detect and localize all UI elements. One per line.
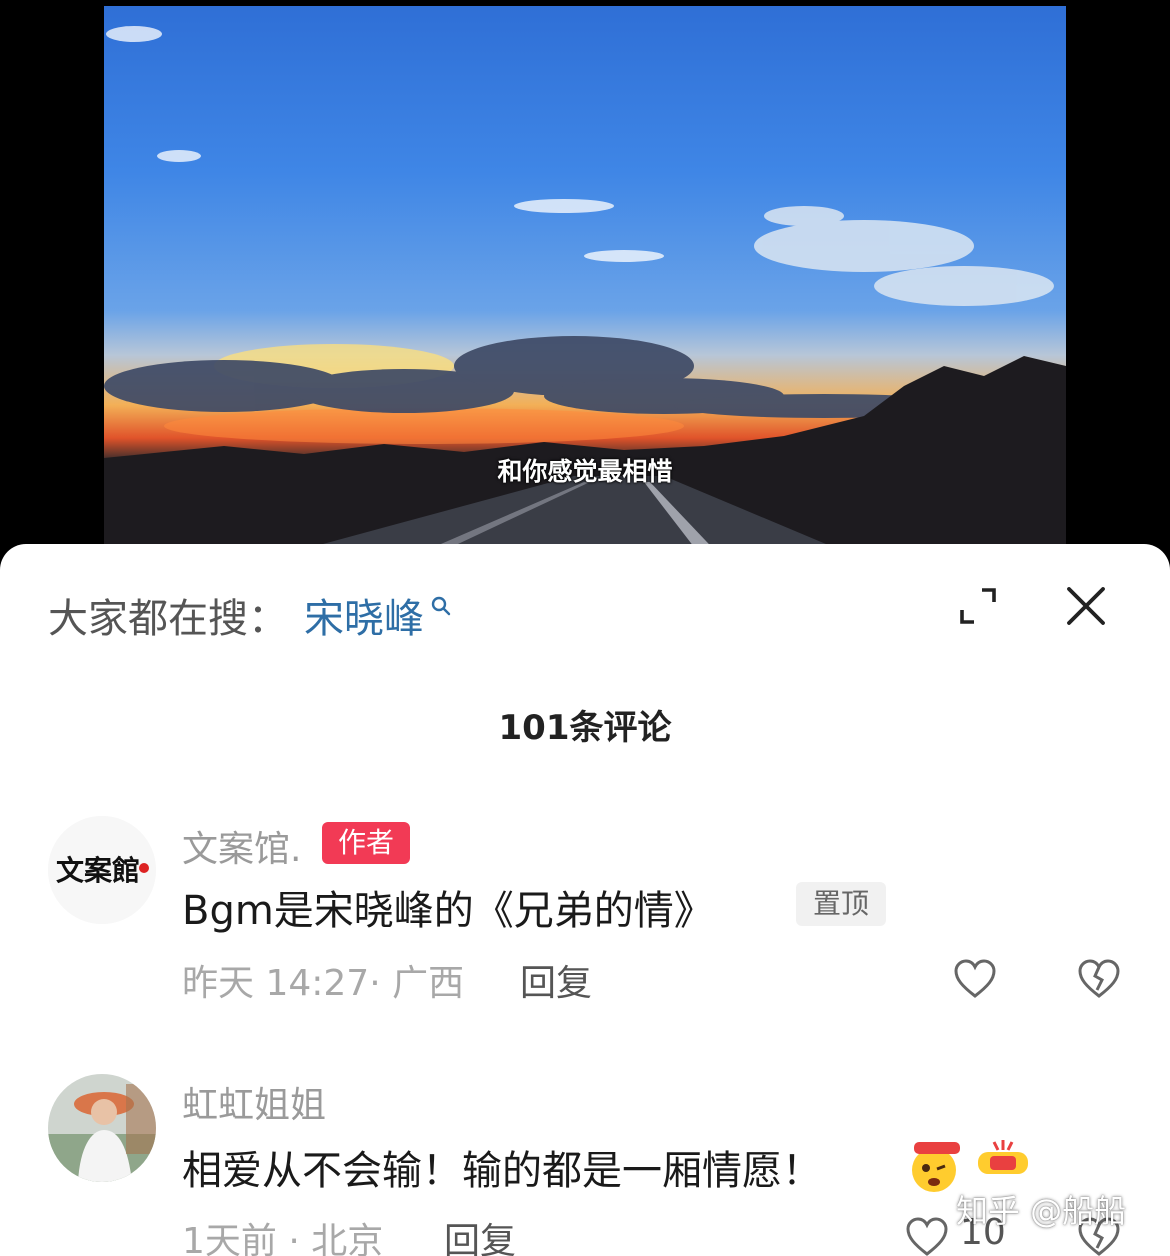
zhihu-watermark: 知乎 @船船 xyxy=(956,1192,1127,1230)
trending-search-row: 大家都在搜： 宋晓峰 xyxy=(48,588,452,642)
comment-text: 相爱从不会输！输的都是一厢情愿！ xyxy=(182,1148,822,1194)
video-frame[interactable]: 和你感觉最相惜 xyxy=(104,6,1066,560)
comment-meta: 1天前 · 北京 xyxy=(182,1221,384,1256)
search-icon[interactable] xyxy=(430,595,452,617)
wenanguan-logo-avatar: 文案館 xyxy=(48,816,156,924)
svg-text:文案館: 文案館 xyxy=(56,854,140,887)
author-badge: 作者 xyxy=(322,822,410,864)
reply-button[interactable]: 回复 xyxy=(444,1212,516,1256)
trending-search-link[interactable]: 宋晓峰 xyxy=(304,586,424,644)
fist-salute-emoji-icon xyxy=(978,1140,1028,1174)
avatar[interactable] xyxy=(48,1074,156,1182)
username[interactable]: 虹虹姐姐 xyxy=(182,1076,326,1128)
close-icon[interactable] xyxy=(1064,584,1108,628)
comment-text: Bgm是宋晓峰的《兄弟的情》 xyxy=(182,888,714,934)
video-subtitle: 和你感觉最相惜 xyxy=(497,457,673,486)
search-prefix-label: 大家都在搜： xyxy=(48,596,288,642)
avatar[interactable]: 文案館 xyxy=(48,816,156,924)
dislike-broken-heart-icon[interactable] xyxy=(1076,958,1122,1000)
username[interactable]: 文案馆. xyxy=(182,820,301,872)
reply-button[interactable]: 回复 xyxy=(520,954,592,1006)
expand-icon[interactable] xyxy=(956,584,1000,628)
comment-count-title: 101条评论 xyxy=(498,708,672,748)
like-heart-icon[interactable] xyxy=(904,1216,950,1256)
video-player[interactable]: 和你感觉最相惜 xyxy=(0,0,1170,560)
comment-meta: 昨天 14:27· 广西 xyxy=(182,963,465,1004)
like-heart-icon[interactable] xyxy=(952,958,998,1000)
user-photo-avatar xyxy=(48,1074,156,1182)
comments-sheet: 大家都在搜： 宋晓峰 101条评论 文案館 文案馆. 作者 Bgm是宋晓峰的《兄… xyxy=(0,544,1170,1256)
pinned-badge: 置顶 xyxy=(796,882,886,926)
